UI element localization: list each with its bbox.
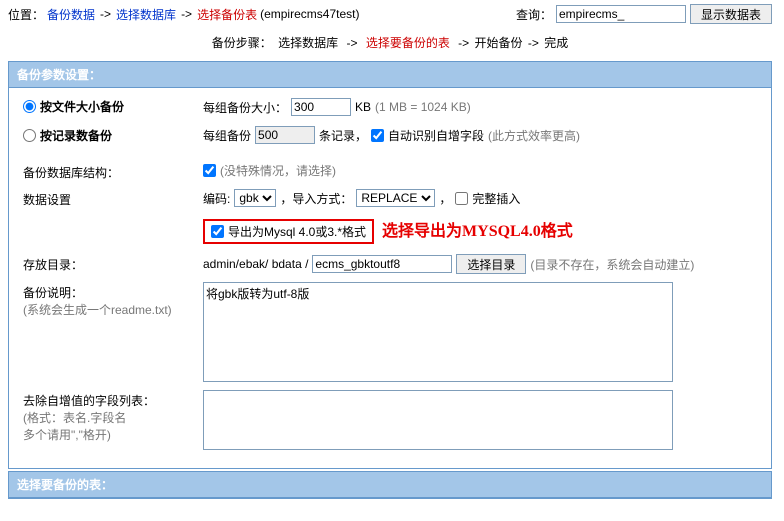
radio-by-size[interactable] [23,100,36,113]
dir-prefix: admin/ebak/ bdata / [203,257,308,271]
step-3: 开始备份 [475,36,523,50]
radio-by-size-label: 按文件大小备份 [40,98,124,115]
struct-label: 备份数据库结构： [23,162,203,181]
export-mysql40-label: 导出为Mysql 4.0或3.*格式 [228,223,366,240]
export-format-box: 导出为Mysql 4.0或3.*格式 [203,219,374,244]
step-4: 完成 [544,36,568,50]
export-mysql40-checkbox[interactable] [211,225,224,238]
exclude-sub1: (格式：表名.字段名 [23,411,126,425]
arrow-icon: -> [346,36,357,50]
full-insert-label: 完整插入 [472,190,520,207]
comma: ， [439,190,451,207]
desc-label: 备份说明： [23,286,83,300]
rows-unit: 条记录， [319,127,367,144]
exclude-sub2: 多个请用","格开) [23,428,111,442]
loc-link-backup[interactable]: 备份数据 [47,6,95,23]
import-label: ，导入方式： [280,190,352,207]
dir-input[interactable] [312,255,452,273]
tables-title: 选择要备份的表： [9,472,771,498]
size-unit: KB [355,100,371,114]
struct-checkbox[interactable] [203,164,216,177]
dir-label: 存放目录： [23,254,203,273]
full-insert-checkbox[interactable] [455,192,468,205]
encoding-select[interactable]: gbk [234,189,276,207]
auto-increment-checkbox[interactable] [371,129,384,142]
step-2: 选择要备份的表 [366,36,450,50]
step-1: 选择数据库 [278,36,338,50]
import-select[interactable]: REPLACE [356,189,435,207]
show-tables-button[interactable]: 显示数据表 [690,4,772,24]
rows-label: 每组备份 [203,127,251,144]
size-hint: (1 MB = 1024 KB) [375,100,471,114]
size-label: 每组备份大小： [203,99,287,116]
dir-hint: (目录不存在，系统会自动建立) [530,256,694,273]
radio-by-rows-label: 按记录数备份 [40,127,112,144]
tables-panel: 选择要备份的表： [8,471,772,499]
query-label: 查询： [516,6,552,23]
location-prefix: 位置： [8,6,44,23]
steps-prefix: 备份步骤： [212,36,272,50]
settings-title: 备份参数设置： [9,62,771,88]
loc-link-selectdb[interactable]: 选择数据库 [116,6,176,23]
choose-dir-button[interactable]: 选择目录 [456,254,526,274]
rows-hint: (此方式效率更高) [488,127,580,144]
data-settings-label: 数据设置 [23,189,203,208]
settings-panel: 备份参数设置： 按文件大小备份 按记录数备份 每组备份大小： [8,61,772,469]
exclude-label: 去除自增值的字段列表： [23,394,155,408]
desc-sub: (系统会生成一个readme.txt) [23,303,172,317]
loc-link-selecttable[interactable]: 选择备份表 [197,6,257,23]
arrow-icon: -> [528,36,539,50]
radio-by-rows[interactable] [23,129,36,142]
struct-hint: (没特殊情况，请选择) [220,162,336,179]
query-input[interactable] [556,5,686,23]
encoding-label: 编码: [203,190,230,207]
rows-input[interactable] [255,126,315,144]
export-annotation: 选择导出为MYSQL4.0格式 [382,217,573,241]
arrow-icon: -> [458,36,469,50]
loc-suffix: (empirecms47test) [260,7,359,21]
size-input[interactable] [291,98,351,116]
auto-increment-label: 自动识别自增字段 [388,127,484,144]
exclude-textarea[interactable] [203,390,673,450]
arrow-icon: -> [181,7,192,21]
desc-textarea[interactable]: 将gbk版转为utf-8版 [203,282,673,382]
arrow-icon: -> [100,7,111,21]
